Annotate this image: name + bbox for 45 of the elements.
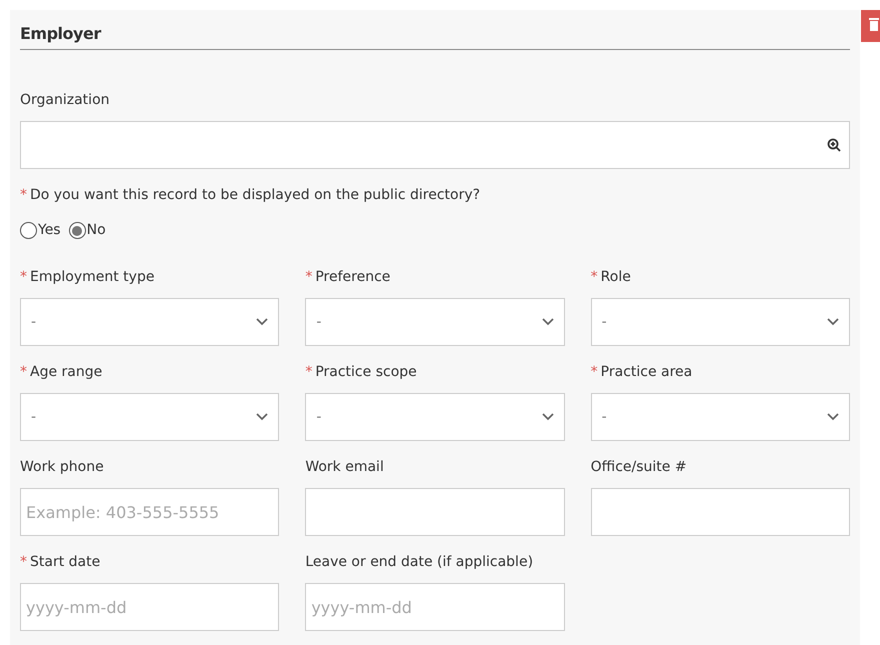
field-label: Office/suite # [590, 458, 687, 477]
organization-field[interactable] [20, 121, 850, 169]
required-mark: * [305, 268, 312, 287]
required-mark: * [20, 363, 27, 382]
delete-button[interactable] [861, 10, 880, 42]
radio-option[interactable]: Yes [20, 220, 61, 241]
required-mark: * [20, 553, 27, 572]
chevron-down-icon [542, 318, 554, 326]
input-field[interactable]: yyyy-mm-dd [20, 583, 280, 631]
input-field[interactable] [590, 488, 850, 536]
field-label: Practice area [600, 363, 692, 382]
question-text: Do you want this record to be displayed on the public directory? [30, 186, 480, 205]
select-field[interactable]: - [305, 393, 565, 441]
trash-icon [869, 18, 879, 31]
field-label: Leave or end date (if applicable) [305, 553, 534, 572]
field-label: Organization [20, 91, 111, 110]
field-label: Work phone [20, 458, 104, 477]
field-label: Role [600, 268, 631, 287]
field-label: Employment type [30, 268, 154, 287]
field-label: Practice scope [315, 363, 417, 382]
select-field[interactable]: - [20, 298, 280, 346]
section-title: Employer [20, 23, 101, 45]
chevron-down-icon [827, 413, 839, 421]
field-label: Age range [30, 363, 102, 382]
chevron-down-icon [256, 413, 268, 421]
field-label: Work email [305, 458, 384, 477]
zoom-in-icon [827, 138, 841, 152]
required-mark: * [590, 268, 598, 287]
radio-option[interactable]: No [68, 220, 106, 241]
required-mark: * [20, 268, 27, 287]
select-field[interactable]: - [590, 298, 850, 346]
input-field[interactable]: Example: 403-555-5555 [20, 488, 280, 536]
required-mark: * [590, 363, 598, 382]
input-field[interactable]: yyyy-mm-dd [305, 583, 565, 631]
field-label: Preference [315, 268, 390, 287]
required-mark: * [20, 186, 27, 205]
field-label: Start date [30, 553, 100, 572]
select-field[interactable]: - [20, 393, 280, 441]
required-mark: * [305, 363, 312, 382]
input-field[interactable] [305, 488, 565, 536]
chevron-down-icon [256, 318, 268, 326]
chevron-down-icon [827, 318, 839, 326]
select-field[interactable]: - [305, 298, 565, 346]
chevron-down-icon [542, 413, 554, 421]
select-field[interactable]: - [590, 393, 850, 441]
